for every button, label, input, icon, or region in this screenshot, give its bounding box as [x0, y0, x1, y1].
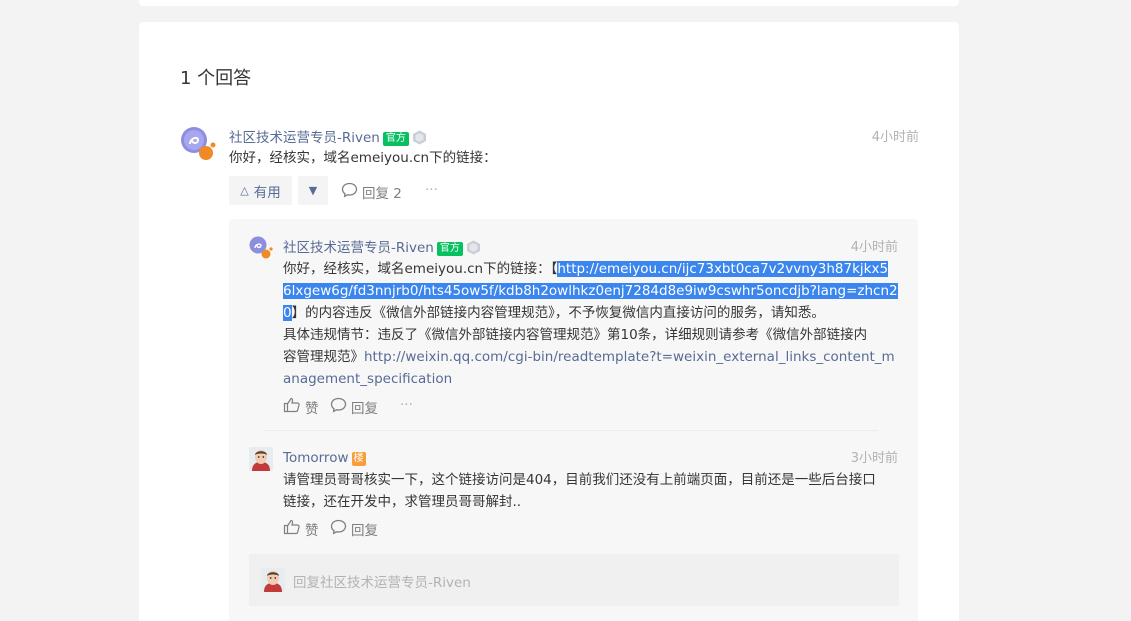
answer-content: 你好，经核实，域名emeiyou.cn下的链接：	[229, 150, 497, 166]
thumbs-up-icon	[283, 519, 301, 539]
avatar[interactable]	[180, 126, 216, 162]
reply-placeholder: 回复社区技术运营专员-Riven	[293, 575, 471, 591]
reply-toggle-button[interactable]: 回复 2	[341, 182, 402, 202]
avatar	[261, 568, 285, 592]
rules-link-cont[interactable]: anagement_specification	[283, 371, 452, 387]
reply-content: 你好，经核实，域名emeiyou.cn下的链接：【http://emeiyou.…	[283, 261, 898, 387]
avatar[interactable]	[249, 236, 273, 260]
timestamp: 4小时前	[871, 130, 919, 145]
divider	[263, 430, 878, 431]
reply-button[interactable]: 回复	[330, 397, 378, 417]
main-answer-header: 社区技术运营专员-Riven 官方	[229, 126, 427, 149]
official-badge: 官方	[382, 132, 409, 146]
violating-link-cont[interactable]: 6lxgew6g/fd3nnjrb0/hts45ow5f/kdb8h2owlhk…	[283, 283, 898, 299]
reply-header: Tomorrow 楼	[283, 447, 366, 466]
more-button[interactable]: ···	[400, 397, 413, 413]
author-name[interactable]: 社区技术运营专员-Riven	[229, 130, 380, 146]
answer-count: 1 个回答	[180, 68, 252, 89]
reply-button[interactable]: 回复	[330, 519, 378, 539]
timestamp: 4小时前	[850, 240, 898, 255]
answers-card: 1 个回答 社区技术运营专员-Riven 官方 4小时前 你好，经核实，域名eme…	[139, 22, 959, 621]
comment-bubble-icon	[330, 397, 347, 417]
comment-bubble-icon	[341, 182, 358, 202]
reply-header: 社区技术运营专员-Riven 官方	[283, 236, 481, 259]
replies-panel: 社区技术运营专员-Riven 官方 4小时前 你好，经核实，域名emeiyou.c…	[229, 219, 918, 621]
thumbs-up-icon	[283, 397, 301, 417]
like-button[interactable]: 赞	[283, 397, 319, 417]
reply-content: 请管理员哥哥核实一下，这个链接访问是404，目前我们还没有上前端页面，目前还是一…	[283, 472, 876, 510]
not-useful-button[interactable]: ▼	[298, 176, 328, 205]
author-name[interactable]: Tomorrow	[283, 450, 349, 466]
like-button[interactable]: 赞	[283, 519, 319, 539]
reply-input[interactable]: 回复社区技术运营专员-Riven	[249, 554, 899, 606]
timestamp: 3小时前	[850, 451, 898, 466]
author-name[interactable]: 社区技术运营专员-Riven	[283, 240, 434, 256]
comment-bubble-icon	[330, 519, 347, 539]
previous-card	[139, 0, 959, 6]
triangle-up-icon: △	[240, 184, 249, 197]
triangle-down-icon: ▼	[308, 184, 318, 197]
useful-button[interactable]: △ 有用	[229, 176, 292, 205]
official-badge: 官方	[436, 242, 463, 256]
violating-link[interactable]: http://emeiyou.cn/ijc73xbt0ca7v2vvny3h87…	[557, 261, 889, 277]
level-hexagon-icon	[466, 240, 481, 259]
more-button[interactable]: ···	[425, 182, 438, 198]
avatar[interactable]	[249, 447, 273, 471]
floor-badge: 楼	[351, 452, 366, 466]
rules-link[interactable]: http://weixin.qq.com/cgi-bin/readtemplat…	[364, 349, 895, 365]
violating-link-end[interactable]: 0	[283, 305, 292, 321]
